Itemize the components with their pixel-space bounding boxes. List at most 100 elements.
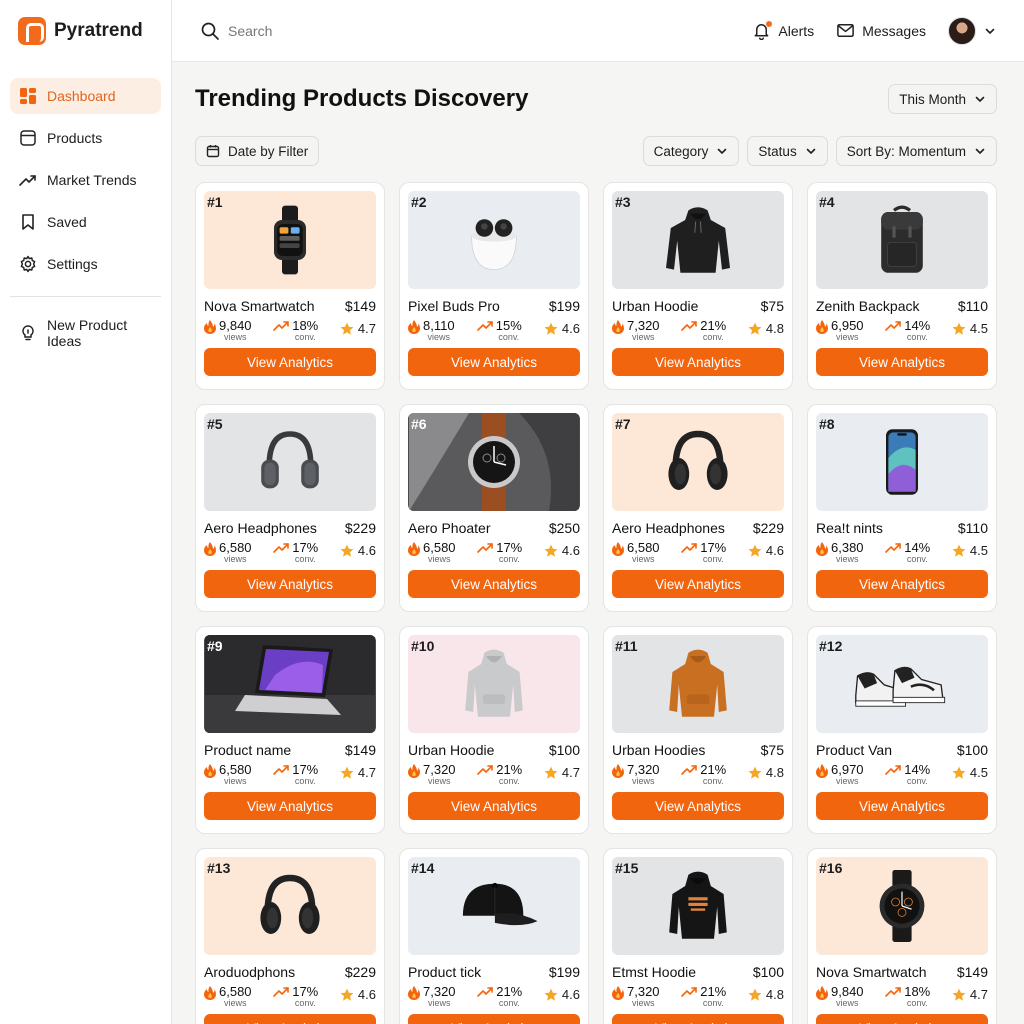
product-card[interactable]: #16 Nova Smartwatch $149 9,840 views 18%…	[807, 848, 997, 1024]
star-icon	[340, 766, 354, 779]
product-card[interactable]: #10 Urban Hoodie $100 7,320 views 21% co…	[399, 626, 589, 834]
star-icon	[952, 988, 966, 1001]
sidebar-item-label: Saved	[47, 214, 87, 230]
rating-value: 4.6	[357, 987, 376, 1002]
view-analytics-button[interactable]: View Analytics	[408, 348, 580, 376]
view-analytics-button[interactable]: View Analytics	[612, 348, 784, 376]
product-image: #9	[204, 635, 376, 733]
product-card[interactable]: #1 Nova Smartwatch $149 9,840 views 18% …	[195, 182, 385, 390]
flame-icon	[816, 986, 828, 1000]
product-card[interactable]: #9 Product name $149 6,580 views 17% con…	[195, 626, 385, 834]
views-stat: 8,110 views	[408, 319, 455, 342]
views-value: 7,320	[423, 984, 456, 999]
sidebar-item-settings[interactable]: Settings	[10, 246, 161, 282]
view-analytics-button[interactable]: View Analytics	[816, 348, 988, 376]
view-analytics-button[interactable]: View Analytics	[612, 792, 784, 820]
alerts-button[interactable]: Alerts	[752, 21, 814, 40]
product-card[interactable]: #3 Urban Hoodie $75 7,320 views 21% conv…	[603, 182, 793, 390]
sidebar-item-market-trends[interactable]: Market Trends	[10, 162, 161, 198]
product-title-row: Product Van $100	[816, 742, 988, 758]
view-analytics-button[interactable]: View Analytics	[408, 570, 580, 598]
views-stat: 7,320 views	[612, 985, 660, 1008]
product-stats: 8,110 views 15% conv. 4.6	[408, 319, 580, 345]
sort-select[interactable]: Sort By: Momentum	[835, 136, 997, 166]
status-filter[interactable]: Status	[747, 136, 828, 166]
rating-stat: 4.7	[544, 765, 580, 780]
conversion-stat: 18% conv.	[885, 985, 930, 1008]
product-title-row: Pixel Buds Pro $199	[408, 298, 580, 314]
rating-value: 4.7	[357, 321, 376, 336]
messages-button[interactable]: Messages	[836, 21, 926, 40]
trending-up-icon	[885, 543, 902, 553]
view-analytics-button[interactable]: View Analytics	[612, 570, 784, 598]
topbar: Search Alerts Messages	[172, 0, 1024, 62]
product-card[interactable]: #4 Zenith Backpack $110 6,950 views 14% …	[807, 182, 997, 390]
product-card[interactable]: #7 Aero Headphones $229 6,580 views 17% …	[603, 404, 793, 612]
category-filter[interactable]: Category	[642, 136, 740, 166]
rank-badge: #12	[819, 638, 843, 654]
brand[interactable]: Pyratrend	[0, 0, 171, 62]
product-card[interactable]: #8 Rea!t nints $110 6,380 views 14% conv…	[807, 404, 997, 612]
product-price: $250	[548, 520, 580, 536]
product-card[interactable]: #12 Product Van $100 6,970 views 14% con…	[807, 626, 997, 834]
views-stat: 9,840 views	[204, 319, 252, 342]
star-icon	[340, 544, 354, 557]
period-select[interactable]: This Month	[888, 84, 997, 114]
lightbulb-icon	[22, 325, 34, 341]
product-card[interactable]: #6 Aero Phoater $250 6,580 views 17% con…	[399, 404, 589, 612]
view-analytics-button[interactable]: View Analytics	[816, 792, 988, 820]
view-analytics-button[interactable]: View Analytics	[408, 792, 580, 820]
rating-value: 4.6	[561, 321, 580, 336]
product-name: Nova Smartwatch	[204, 298, 315, 314]
conversion-caption: conv.	[702, 554, 724, 564]
chevron-down-icon	[718, 148, 727, 154]
avatar	[948, 16, 976, 45]
sidebar-item-new-product-ideas[interactable]: New Product Ideas	[10, 315, 161, 351]
view-analytics-button[interactable]: View Analytics	[204, 348, 376, 376]
conversion-caption: conv.	[294, 998, 316, 1008]
product-card[interactable]: #14 Product tick $199 7,320 views 21% co…	[399, 848, 589, 1024]
conversion-value: 17%	[292, 762, 319, 777]
views-caption: views	[632, 776, 655, 786]
view-analytics-button[interactable]: View Analytics	[204, 1014, 376, 1024]
product-card[interactable]: #2 Pixel Buds Pro $199 8,110 views 15% c…	[399, 182, 589, 390]
sidebar-item-products[interactable]: Products	[10, 120, 161, 156]
product-image: #3	[612, 191, 784, 289]
view-analytics-button[interactable]: View Analytics	[816, 570, 988, 598]
conversion-value: 21%	[700, 762, 727, 777]
search-input[interactable]: Search	[200, 21, 752, 41]
user-menu[interactable]	[948, 16, 996, 45]
view-analytics-button[interactable]: View Analytics	[204, 570, 376, 598]
date-filter-label: Date by Filter	[228, 143, 309, 159]
product-card[interactable]: #5 Aero Headphones $229 6,580 views 17% …	[195, 404, 385, 612]
product-stats: 6,950 views 14% conv. 4.5	[816, 319, 988, 345]
view-analytics-button[interactable]: View Analytics	[204, 792, 376, 820]
view-analytics-button[interactable]: View Analytics	[816, 1014, 988, 1024]
category-filter-label: Category	[653, 143, 709, 159]
product-card[interactable]: #11 Urban Hoodies $75 7,320 views 21% co…	[603, 626, 793, 834]
rating-value: 4.6	[561, 987, 580, 1002]
product-card[interactable]: #13 Aroduodphons $229 6,580 views 17% co…	[195, 848, 385, 1024]
view-analytics-button[interactable]: View Analytics	[612, 1014, 784, 1024]
product-image: #5	[204, 413, 376, 511]
date-filter-button[interactable]: Date by Filter	[195, 136, 320, 166]
views-stat: 6,580 views	[204, 763, 252, 786]
sidebar-item-dashboard[interactable]: Dashboard	[10, 78, 161, 114]
views-stat: 7,320 views	[408, 763, 456, 786]
flame-icon	[408, 542, 420, 556]
flame-icon	[408, 320, 420, 334]
product-image: #1	[204, 191, 376, 289]
product-card[interactable]: #15 Etmst Hoodie $100 7,320 views 21% co…	[603, 848, 793, 1024]
product-name: Zenith Backpack	[816, 298, 920, 314]
product-title-row: Aero Phoater $250	[408, 520, 580, 536]
trending-up-icon	[477, 765, 494, 775]
conversion-value: 17%	[700, 540, 727, 555]
trending-up-icon	[476, 321, 493, 331]
view-analytics-button[interactable]: View Analytics	[408, 1014, 580, 1024]
rating-value: 4.5	[969, 765, 988, 780]
star-icon	[544, 766, 558, 779]
trending-up-icon	[477, 543, 494, 553]
conversion-stat: 17% conv.	[273, 763, 318, 786]
sidebar-item-saved[interactable]: Saved	[10, 204, 161, 240]
conversion-stat: 18% conv.	[273, 319, 318, 342]
